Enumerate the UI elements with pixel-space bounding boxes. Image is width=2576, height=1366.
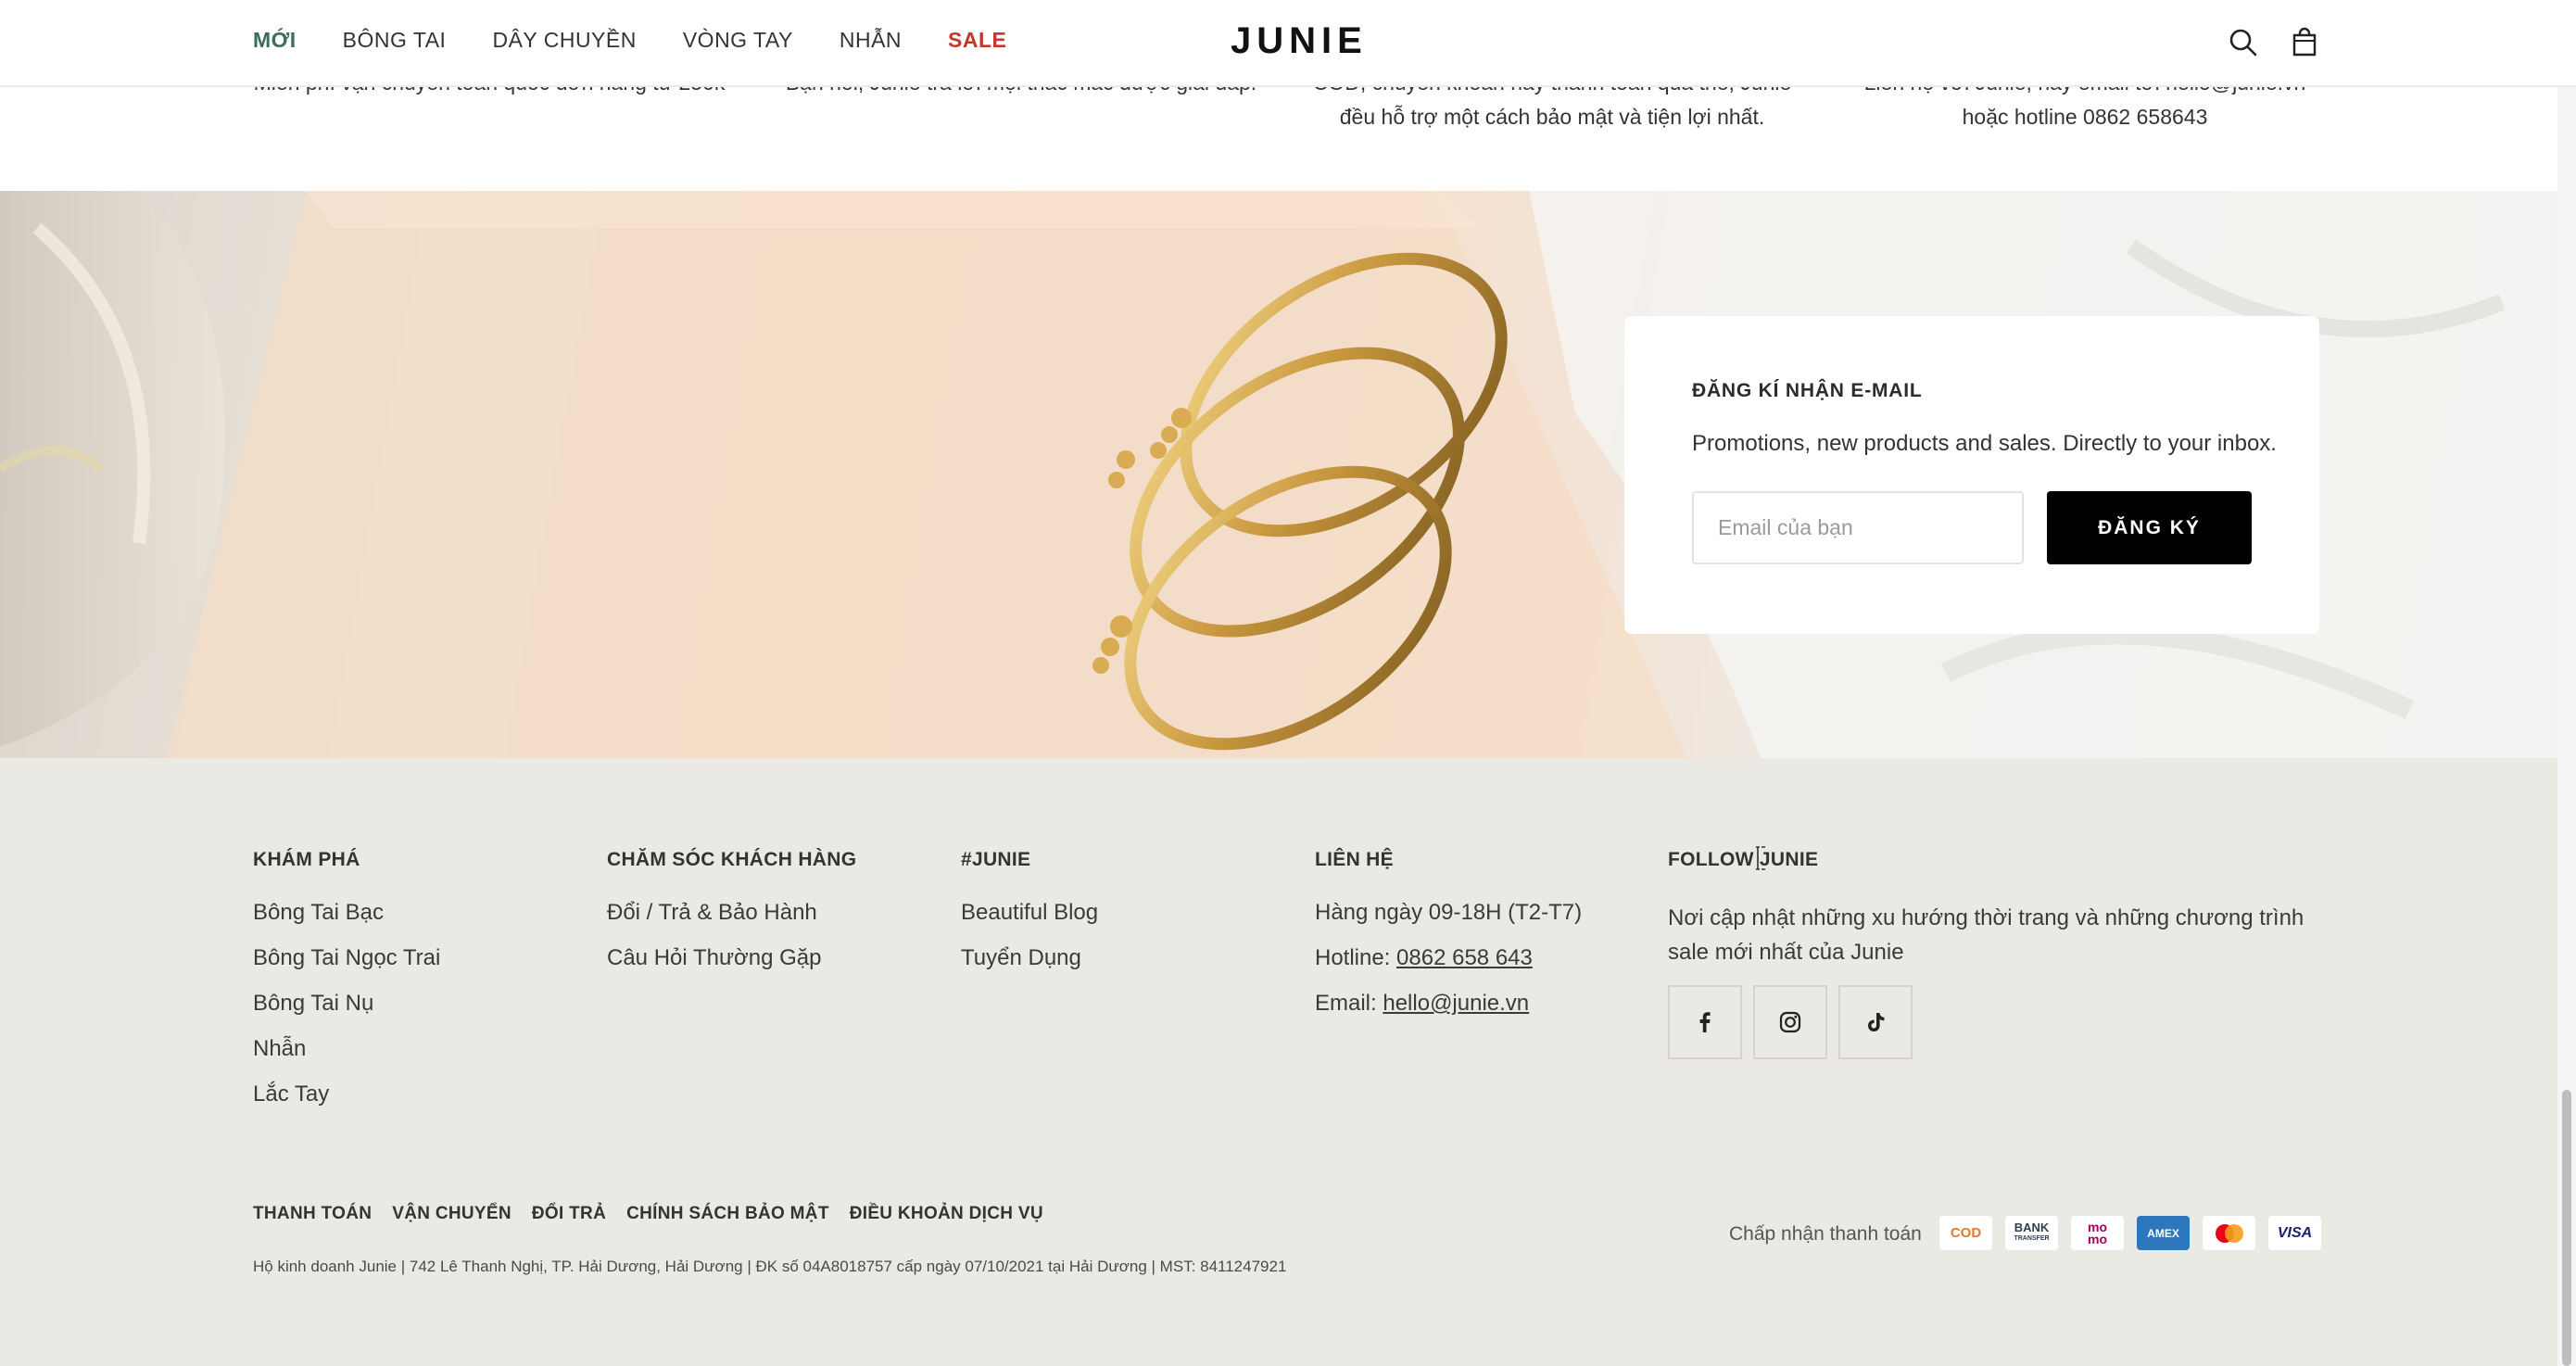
footer-junie-list: Beautiful Blog Tuyển Dụng [961, 899, 1098, 990]
footer-contact-list: Hàng ngày 09-18H (T2-T7) Hotline: 0862 6… [1315, 899, 1582, 1035]
footer-link[interactable]: Beautiful Blog [961, 899, 1098, 944]
site-header: MỚI BÔNG TAI DÂY CHUYỀN VÒNG TAY NHẪN SA… [0, 0, 2576, 87]
facebook-icon[interactable] [1668, 985, 1742, 1059]
footer-follow-title: FOLLOW JUNIE [1668, 849, 1819, 870]
scrollbar-thumb[interactable] [2562, 1090, 2571, 1366]
momo-icon: mo mo [2071, 1216, 2124, 1250]
newsletter-card: ĐĂNG KÍ NHẬN E-MAIL Promotions, new prod… [1624, 316, 2319, 634]
nav-bracelets[interactable]: VÒNG TAY [683, 28, 793, 53]
tiktok-icon[interactable] [1838, 985, 1913, 1059]
legal-link-shipping[interactable]: VẬN CHUYỂN [392, 1204, 511, 1224]
mastercard-icon [2203, 1216, 2255, 1250]
subscribe-button[interactable]: ĐĂNG KÝ [2047, 491, 2252, 564]
legal-link-privacy[interactable]: CHÍNH SÁCH BẢO MẬT [626, 1204, 829, 1224]
footer-contact-title: LIÊN HỆ [1315, 849, 1394, 870]
hotline-label: Hotline: [1315, 945, 1397, 970]
footer-care-list: Đổi / Trả & Bảo Hành Câu Hỏi Thường Gặp [607, 899, 821, 990]
main-nav: MỚI BÔNG TAI DÂY CHUYỀN VÒNG TAY NHẪN SA… [253, 28, 1006, 53]
newsletter-title: ĐĂNG KÍ NHẬN E-MAIL [1692, 380, 1923, 401]
footer-link[interactable]: Lắc Tay [253, 1081, 440, 1126]
site-logo[interactable]: JUNIE [1231, 20, 1368, 62]
nav-rings[interactable]: NHẪN [840, 28, 902, 53]
hotline-link[interactable]: 0862 658 643 [1396, 945, 1533, 970]
footer-link[interactable]: Tuyển Dụng [961, 944, 1098, 990]
bank-transfer-text-2: TRANSFER [2014, 1234, 2050, 1242]
nav-new[interactable]: MỚI [253, 28, 297, 53]
email-label: Email: [1315, 991, 1383, 1016]
newsletter-hero: ĐĂNG KÍ NHẬN E-MAIL Promotions, new prod… [0, 191, 2576, 758]
cart-icon[interactable] [2288, 26, 2321, 59]
nav-sale[interactable]: SALE [948, 28, 1006, 53]
newsletter-description: Promotions, new products and sales. Dire… [1692, 431, 2277, 456]
footer-link[interactable]: Câu Hỏi Thường Gặp [607, 944, 821, 990]
nav-necklaces[interactable]: DÂY CHUYỀN [492, 28, 636, 53]
footer-link[interactable]: Đổi / Trả & Bảo Hành [607, 899, 821, 944]
footer-care-title: CHĂM SÓC KHÁCH HÀNG [607, 849, 857, 870]
footer-link[interactable]: Nhẫn [253, 1035, 440, 1081]
footer-link[interactable]: Bông Tai Ngọc Trai [253, 944, 440, 990]
footer-link[interactable]: Bông Tai Nụ [253, 990, 440, 1035]
site-footer: KHÁM PHÁ Bông Tai Bạc Bông Tai Ngọc Trai… [0, 758, 2576, 1366]
legal-link-returns[interactable]: ĐỔI TRẢ [532, 1204, 606, 1224]
footer-follow-description: Nơi cập nhật những xu hướng thời trang v… [1668, 905, 2305, 965]
email-link[interactable]: hello@junie.vn [1383, 991, 1529, 1016]
momo-text-2: mo [2088, 1231, 2107, 1246]
legal-link-payment[interactable]: THANH TOÁN [253, 1204, 372, 1224]
cod-icon: COD [1939, 1216, 1992, 1250]
footer-junie-title: #JUNIE [961, 849, 1031, 870]
text-cursor-icon [1754, 846, 1767, 875]
visa-icon: VISA [2268, 1216, 2321, 1250]
contact-email: Email: hello@junie.vn [1315, 990, 1582, 1035]
bank-transfer-icon: BANK TRANSFER [2005, 1216, 2058, 1250]
feature-payment-line2: đều hỗ trợ một cách bảo mật và tiện lợi … [1339, 105, 1765, 129]
legal-links: THANH TOÁN VẬN CHUYỂN ĐỔI TRẢ CHÍNH SÁCH… [253, 1204, 1043, 1224]
payment-label: Chấp nhận thanh toán [1729, 1223, 1922, 1245]
bank-transfer-text-1: BANK [2014, 1220, 2050, 1234]
legal-link-terms[interactable]: ĐIỀU KHOẢN DỊCH VỤ [850, 1204, 1043, 1224]
footer-explore-list: Bông Tai Bạc Bông Tai Ngọc Trai Bông Tai… [253, 899, 440, 1126]
contact-hours: Hàng ngày 09-18H (T2-T7) [1315, 900, 1583, 925]
search-icon[interactable] [2227, 26, 2260, 59]
nav-earrings[interactable]: BÔNG TAI [343, 28, 447, 53]
email-input[interactable] [1692, 491, 2024, 564]
footer-explore-title: KHÁM PHÁ [253, 849, 360, 870]
amex-icon: AMEX [2137, 1216, 2190, 1250]
contact-hotline: Hotline: 0862 658 643 [1315, 944, 1582, 990]
footer-link[interactable]: Bông Tai Bạc [253, 899, 440, 944]
company-info: Hộ kinh doanh Junie | 742 Lê Thanh Nghị,… [253, 1258, 1287, 1275]
instagram-icon[interactable] [1753, 985, 1827, 1059]
feature-contact-line2: hoặc hotline 0862 658643 [1962, 105, 2208, 129]
